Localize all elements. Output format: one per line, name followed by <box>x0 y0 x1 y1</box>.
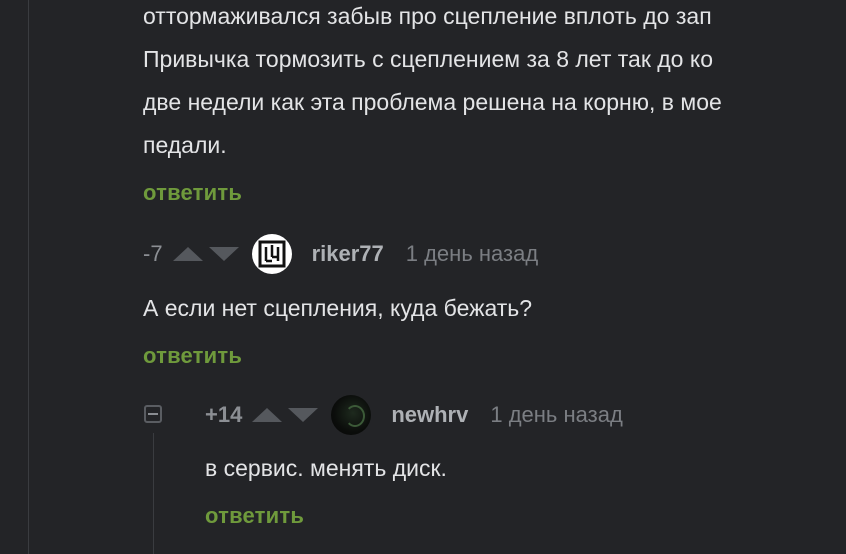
avatar[interactable] <box>251 234 292 274</box>
comment-header: +14 newhrv 1 день назад <box>205 395 623 435</box>
comment-text-line: оттормаживался забыв про сцепление вплот… <box>143 3 712 29</box>
comment-timestamp[interactable]: 1 день назад <box>406 241 538 267</box>
comment-username[interactable]: newhrv <box>391 402 468 428</box>
upvote-icon[interactable] <box>252 408 283 422</box>
comment-text-line: педали. <box>143 132 227 158</box>
downvote-icon[interactable] <box>288 408 319 422</box>
comment-text-line: в сервис. менять диск. <box>205 455 447 481</box>
comment-header: -7 riker77 1 день назад <box>143 234 538 274</box>
thread-line-outer <box>28 0 29 554</box>
downvote-icon[interactable] <box>208 247 239 261</box>
comment-timestamp[interactable]: 1 день назад <box>490 402 622 428</box>
comment-text: в сервис. менять диск. <box>205 447 447 490</box>
upvote-icon[interactable] <box>172 247 203 261</box>
comment-text: оттормаживался забыв про сцепление вплот… <box>143 0 722 167</box>
comment-text: А если нет сцепления, куда бежать? <box>143 287 532 330</box>
comment-text-line: Привычка тормозить с сцеплением за 8 лет… <box>143 46 713 72</box>
comment-rating: +14 <box>205 402 243 427</box>
avatar[interactable] <box>331 395 372 435</box>
reply-button[interactable]: ответить <box>143 343 242 369</box>
collapse-thread-button[interactable] <box>144 405 162 423</box>
comment-text-line: две недели как эта проблема решена на ко… <box>143 89 722 115</box>
comment-text-line: А если нет сцепления, куда бежать? <box>143 295 533 321</box>
comment-rating: -7 <box>143 241 163 266</box>
thread-line-inner <box>153 433 154 554</box>
comment-username[interactable]: riker77 <box>312 241 384 267</box>
reply-button[interactable]: ответить <box>143 180 242 206</box>
rammstein-logo-icon <box>258 240 286 268</box>
reply-button[interactable]: ответить <box>205 503 304 529</box>
minus-icon <box>148 413 158 415</box>
